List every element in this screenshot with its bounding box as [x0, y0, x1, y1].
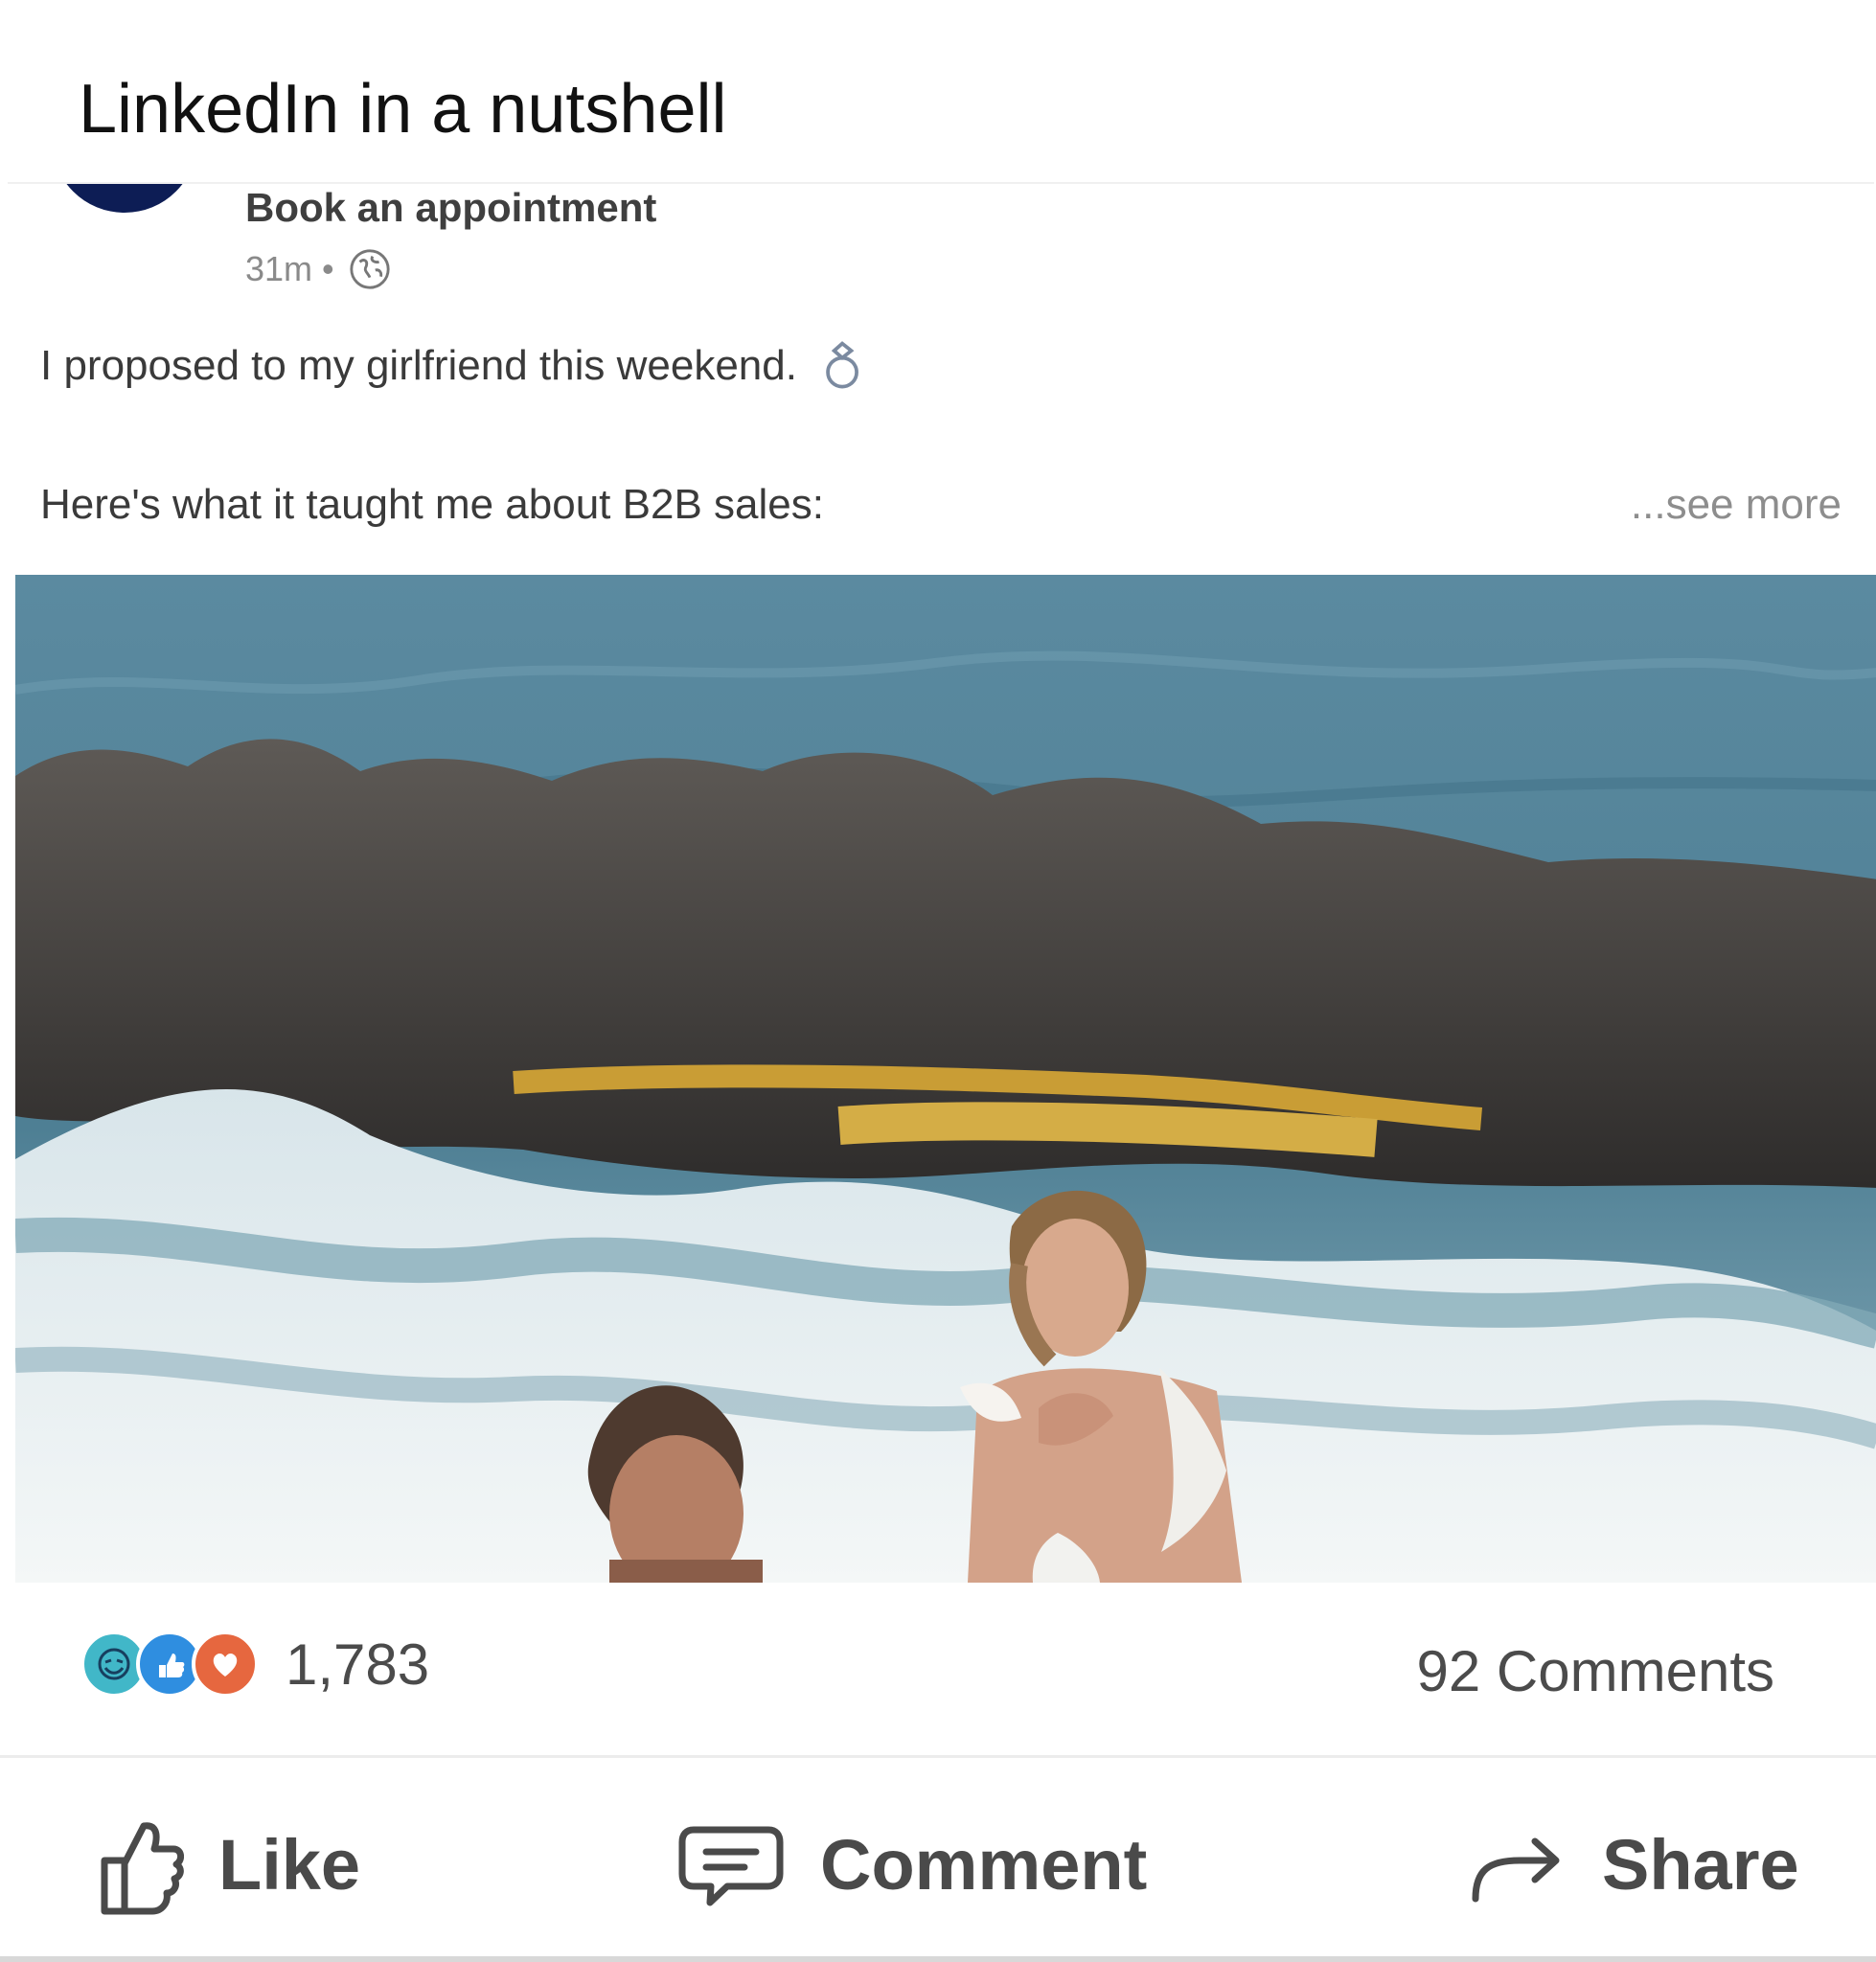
reaction-count: 1,783 [286, 1631, 430, 1697]
share-button[interactable]: Share [1468, 1811, 1799, 1918]
globe-icon [350, 249, 390, 289]
meme-caption: LinkedIn in a nutshell [79, 71, 727, 148]
love-reaction-icon [192, 1631, 259, 1698]
share-arrow-icon [1472, 1837, 1560, 1903]
share-label: Share [1602, 1824, 1799, 1905]
post-text-line-1: I proposed to my girlfriend this weekend… [40, 337, 872, 395]
post-meta: 31m • [245, 247, 392, 291]
beach-proposal-photo[interactable] [15, 575, 1876, 1583]
comment-icon [678, 1826, 784, 1906]
thumbs-up-icon [101, 1822, 184, 1915]
beach-proposal-illustration [15, 575, 1876, 1583]
comment-button[interactable]: Comment [676, 1811, 1147, 1918]
linkedin-post: Book an appointment 31m • I proposed to … [0, 182, 1876, 1962]
comment-label: Comment [820, 1824, 1148, 1905]
like-button[interactable]: Like [90, 1811, 360, 1918]
bottom-divider [0, 1956, 1876, 1962]
ring-icon [826, 341, 858, 389]
reaction-summary[interactable]: 1,783 [80, 1631, 429, 1698]
comments-count[interactable]: 92 Comments [1417, 1638, 1774, 1704]
post-text-line-2: Here's what it taught me about B2B sales… [40, 481, 824, 528]
like-label: Like [218, 1824, 361, 1905]
post-header-area: Book an appointment 31m • I proposed to … [8, 182, 1876, 1583]
see-more-link[interactable]: ...see more [1631, 479, 1842, 531]
meta-separator: • [322, 249, 334, 288]
post-actions: Like Comment Share [0, 1811, 1876, 1926]
divider [0, 1755, 1876, 1758]
post-text-proposal: I proposed to my girlfriend this weekend… [40, 342, 797, 389]
author-subtitle: Book an appointment [245, 185, 657, 230]
post-time: 31m [245, 249, 313, 288]
